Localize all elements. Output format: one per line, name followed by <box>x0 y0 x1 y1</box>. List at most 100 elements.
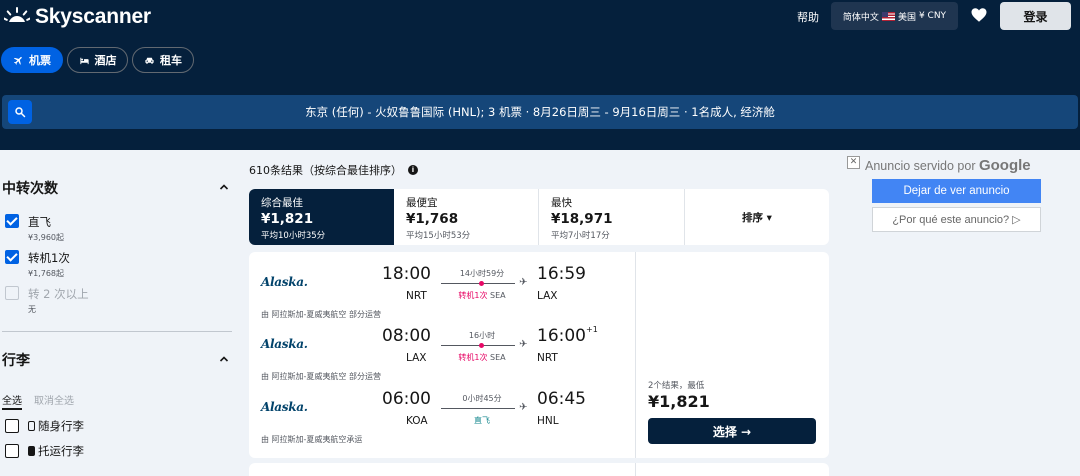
price-note: 2个结果，最低 <box>648 381 705 391</box>
stop-airport: SEA <box>490 291 506 300</box>
sort-dropdown[interactable]: 排序 ▾ <box>685 189 829 245</box>
sort-tab-best-label: 综合最佳 <box>261 197 303 209</box>
sort-tab-fastest-duration: 平均7小时17分 <box>551 231 610 241</box>
flight-result-card[interactable]: Alaska. 18:00 NRT 14小时59分 ✈ 转机1次 SEA 16:… <box>249 252 829 458</box>
google-logo: Google <box>978 157 1031 174</box>
arrival-time-value: 16:59 <box>537 264 586 284</box>
sort-tab-best-duration: 平均10小时35分 <box>261 231 326 241</box>
checked-bag-row: 托运行李 <box>28 443 84 459</box>
sort-tab-cheapest-duration: 平均15小时53分 <box>406 231 471 241</box>
departure-airport: KOA <box>406 415 428 427</box>
route-line <box>441 345 515 346</box>
stops-direct-price: ¥3,960起 <box>28 233 64 242</box>
arrival-time-value: 06:45 <box>537 389 586 409</box>
arrival-airport: NRT <box>537 352 558 364</box>
chevron-up-icon[interactable] <box>219 182 229 192</box>
departure-time: 18:00 <box>382 264 431 284</box>
stops-one-checkbox[interactable] <box>5 250 19 264</box>
price-panel: 2个结果，最低 ¥1,821 选择 → <box>635 252 829 458</box>
flight-leg: Alaska. 08:00 LAX 16小时 ✈ 转机1次 SEA 16:00+… <box>249 314 635 381</box>
stops-direct-checkbox[interactable] <box>5 214 19 228</box>
ad-served-text: Anuncio servido por <box>865 159 976 173</box>
sort-tab-fastest[interactable]: 最快 ¥18,971 平均7小时17分 <box>539 189 685 245</box>
tab-hotels-label: 酒店 <box>94 54 117 67</box>
arrival-time: 16:00+1 <box>537 325 598 346</box>
airline-logo: Alaska. <box>261 337 308 351</box>
stop-airport: SEA <box>490 353 506 362</box>
sort-tab-cheapest-price: ¥1,768 <box>406 211 459 227</box>
checked-bag-icon <box>28 446 35 456</box>
price: ¥1,821 <box>648 392 710 411</box>
ad-close-icon[interactable]: ✕ <box>847 156 860 169</box>
stops-direct-label: 直飞 <box>28 215 51 229</box>
search-summary-bar[interactable]: 东京 (任何) - 火奴鲁鲁国际 (HNL); 3 机票 · 8月26日周三 -… <box>2 95 1078 129</box>
route-line <box>441 283 515 284</box>
tab-flights[interactable]: 机票 <box>1 47 63 73</box>
cabin-bag-checkbox[interactable] <box>5 419 19 433</box>
tab-hotels[interactable]: 酒店 <box>67 47 128 73</box>
stop-info: 转机1次 SEA <box>447 352 517 363</box>
stops-two-plus-price: 无 <box>28 305 36 314</box>
chevron-up-icon[interactable] <box>219 354 229 364</box>
select-button[interactable]: 选择 → <box>648 418 816 444</box>
bed-icon <box>79 57 89 64</box>
select-all-link[interactable]: 全选 <box>2 392 22 410</box>
flight-result-card[interactable] <box>249 463 829 476</box>
search-button[interactable] <box>8 100 32 124</box>
top-header: Skyscanner 帮助 简体中文 美国 ¥ CNY 登录 机票 酒店 租车 … <box>0 0 1080 150</box>
flight-leg: Alaska. 06:00 KOA 0小时45分 ✈ 直飞 06:45 HNL … <box>249 377 635 444</box>
stop-dot <box>479 343 484 348</box>
deselect-all-link[interactable]: 取消全选 <box>34 392 74 407</box>
login-button[interactable]: 登录 <box>1000 2 1071 30</box>
search-icon <box>15 107 26 118</box>
departure-airport: NRT <box>406 290 427 302</box>
ad-served-by: Anuncio servido por Google <box>865 157 1031 174</box>
flight-duration: 14小时59分 <box>459 269 505 278</box>
help-link[interactable]: 帮助 <box>797 9 819 25</box>
currency-label: ¥ CNY <box>918 11 947 21</box>
car-icon <box>145 57 154 64</box>
sunrise-logo-icon <box>4 7 30 22</box>
plane-icon: ✈ <box>519 339 528 350</box>
stops-count: 转机1次 <box>458 353 488 362</box>
operated-by: 由 阿拉斯加-夏威夷航空承运 <box>261 435 363 444</box>
plane-icon <box>13 56 22 65</box>
flight-duration: 0小时45分 <box>462 394 502 403</box>
tab-car-hire-label: 租车 <box>160 54 182 67</box>
departure-airport: LAX <box>406 352 427 364</box>
cabin-bag-label: 随身行李 <box>38 419 84 433</box>
departure-time: 06:00 <box>382 389 431 409</box>
cabin-bag-row: 随身行李 <box>28 418 84 434</box>
arrival-day-offset: +1 <box>586 325 598 334</box>
filter-divider <box>2 331 232 332</box>
locale-selector[interactable]: 简体中文 美国 ¥ CNY <box>831 2 958 30</box>
stops-two-plus-label: 转 2 次以上 <box>28 287 89 301</box>
stop-info: 转机1次 SEA <box>447 290 517 301</box>
stops-one-label: 转机1次 <box>28 251 70 265</box>
plane-icon: ✈ <box>519 277 528 288</box>
arrival-airport: HNL <box>537 415 559 427</box>
sort-tab-fastest-label: 最快 <box>551 197 572 209</box>
airline-logo: Alaska. <box>261 400 308 414</box>
sort-tab-cheapest[interactable]: 最便宜 ¥1,768 平均15小时53分 <box>394 189 539 245</box>
stops-count: 直飞 <box>474 416 490 425</box>
sort-tabs: 综合最佳 ¥1,821 平均10小时35分 最便宜 ¥1,768 平均15小时5… <box>249 189 829 245</box>
results-count-text: 610条结果（按综合最佳排序） <box>249 164 402 177</box>
tab-car-hire[interactable]: 租车 <box>132 47 194 73</box>
us-flag-icon <box>881 11 895 21</box>
stops-count: 转机1次 <box>458 291 488 300</box>
arrival-time: 06:45 <box>537 389 586 409</box>
country-label: 美国 <box>897 12 916 23</box>
card-divider <box>635 463 636 476</box>
flight-leg: Alaska. 18:00 NRT 14小时59分 ✈ 转机1次 SEA 16:… <box>249 252 635 319</box>
why-this-ad-button[interactable]: ¿Por qué este anuncio? ▷ <box>872 207 1041 232</box>
sort-tab-best[interactable]: 综合最佳 ¥1,821 平均10小时35分 <box>249 189 394 245</box>
info-icon[interactable]: i <box>408 165 418 175</box>
skyscanner-logo[interactable]: Skyscanner <box>4 5 151 29</box>
brand-name: Skyscanner <box>35 5 151 28</box>
stop-dot <box>479 281 484 286</box>
stop-seeing-ad-button[interactable]: Dejar de ver anuncio <box>872 179 1041 203</box>
checked-bag-checkbox[interactable] <box>5 444 19 458</box>
search-summary-text: 东京 (任何) - 火奴鲁鲁国际 (HNL); 3 机票 · 8月26日周三 -… <box>305 105 775 119</box>
heart-icon[interactable] <box>970 6 988 24</box>
